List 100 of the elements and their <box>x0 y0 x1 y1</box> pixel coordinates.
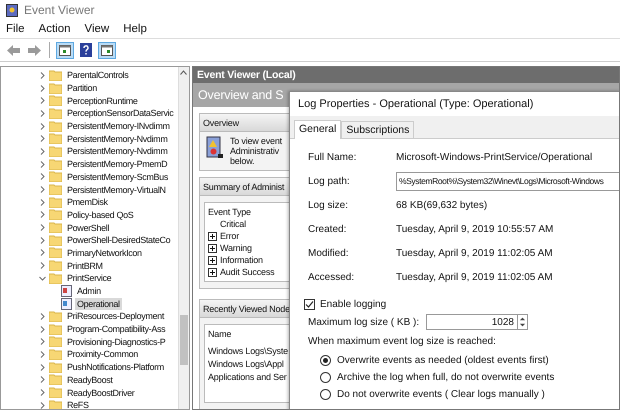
tree-item[interactable]: ReFS <box>65 399 91 409</box>
expand-chevron-icon[interactable] <box>39 122 46 130</box>
expand-chevron-icon[interactable] <box>39 312 46 320</box>
expand-chevron-icon[interactable] <box>39 198 46 206</box>
expand-icon[interactable] <box>208 232 217 240</box>
log-icon <box>61 285 72 298</box>
tree-item[interactable]: ReadyBoostDriver <box>65 386 136 399</box>
tree-item[interactable]: PersistentMemory-PmemD <box>65 158 170 170</box>
expand-icon[interactable] <box>208 268 217 276</box>
tree-item[interactable]: PmemDisk <box>65 196 110 208</box>
expand-chevron-icon[interactable] <box>39 376 46 384</box>
tree-item[interactable]: PowerShell <box>65 222 112 234</box>
tree-item[interactable]: PriResources-Deployment <box>65 310 166 322</box>
tree-item[interactable]: Policy-based QoS <box>65 208 136 221</box>
expand-chevron-icon[interactable] <box>39 402 46 409</box>
folder-icon <box>49 184 62 196</box>
folder-icon <box>49 196 62 208</box>
tree-item[interactable]: Operational <box>75 298 122 310</box>
tree-item[interactable]: ReadyBoost <box>65 374 115 386</box>
tree-item[interactable]: ParentalControls <box>65 69 130 82</box>
expand-chevron-icon[interactable] <box>39 326 46 333</box>
expand-icon[interactable] <box>208 256 217 264</box>
scrollbar[interactable] <box>178 67 189 409</box>
tree-item[interactable]: PersistentMemory-ScmBus <box>65 170 170 183</box>
tree-item[interactable]: PerceptionSensorDataServic <box>65 107 176 120</box>
expand-chevron-icon[interactable] <box>39 173 46 180</box>
expand-chevron-icon[interactable] <box>39 97 46 104</box>
tree-item[interactable]: Partition <box>65 82 99 94</box>
tree-item[interactable]: PersistentMemory-VirtualN <box>65 184 168 196</box>
tab[interactable]: General <box>294 120 342 139</box>
menu-item[interactable]: File <box>6 23 25 35</box>
radio-button[interactable] <box>320 355 331 366</box>
folder-icon <box>49 133 62 144</box>
expand-chevron-icon[interactable] <box>39 135 46 142</box>
tree-item[interactable]: Admin <box>75 285 103 298</box>
folder-icon <box>49 234 62 246</box>
expand-chevron-icon[interactable] <box>39 249 46 256</box>
expand-chevron-icon[interactable] <box>39 110 46 117</box>
expand-chevron-icon[interactable] <box>39 224 46 232</box>
folder-icon <box>49 260 62 272</box>
folder-icon <box>49 222 62 234</box>
folder-icon <box>49 348 62 360</box>
table-cell: Audit Success <box>220 267 274 277</box>
expand-chevron-icon[interactable] <box>39 389 46 396</box>
menu-item[interactable]: Help <box>123 23 147 35</box>
radio-button[interactable] <box>320 372 331 383</box>
field-label: Full Name: <box>308 152 358 162</box>
expand-chevron-icon[interactable] <box>39 364 46 371</box>
tree-item[interactable]: PushNotifications-Platform <box>65 361 166 374</box>
expand-chevron-icon[interactable] <box>39 160 46 168</box>
expand-chevron-icon[interactable] <box>39 350 46 358</box>
expand-chevron-icon[interactable] <box>39 338 46 346</box>
overview-text: To view event <box>230 136 282 146</box>
folder-icon <box>49 400 62 409</box>
number-field[interactable]: 1028 <box>426 314 518 330</box>
tree-item[interactable]: PersistentMemory-Nvdimm <box>65 145 170 158</box>
scrollbar-thumb[interactable] <box>180 315 188 365</box>
table-cell: Error <box>220 231 239 241</box>
overview-text: below. <box>230 156 256 166</box>
tree-item[interactable]: Proximity-Common <box>65 348 140 360</box>
menu-item[interactable]: View <box>84 23 110 35</box>
tree-item[interactable]: Provisioning-Diagnostics-P <box>65 336 168 348</box>
expand-chevron-icon[interactable] <box>39 148 46 155</box>
menu-item[interactable]: Action <box>38 23 70 35</box>
tree-item[interactable]: PersistentMemory-Nvdimm <box>65 132 170 145</box>
checkbox-label: Enable logging <box>320 299 386 310</box>
field-label: Accessed: <box>308 272 356 282</box>
tree-item[interactable]: Program-Compatibility-Ass <box>65 323 168 336</box>
expand-icon[interactable] <box>208 244 217 252</box>
expand-chevron-icon[interactable] <box>39 84 46 92</box>
tree-item[interactable]: PrimaryNetworkIcon <box>65 246 144 259</box>
toolbar-button[interactable] <box>98 42 116 58</box>
tree-item[interactable]: PrintService <box>65 272 114 284</box>
field-label: When maximum event log size is reached: <box>308 336 497 347</box>
folder-icon <box>49 82 62 94</box>
checkbox[interactable] <box>304 299 315 310</box>
expand-chevron-icon[interactable] <box>39 236 46 244</box>
folder-icon <box>49 209 62 220</box>
spinner-icon[interactable] <box>518 314 528 330</box>
toolbar-button[interactable] <box>56 42 74 58</box>
tab[interactable]: Subscriptions <box>341 121 414 138</box>
tree-item[interactable]: PerceptionRuntime <box>65 94 140 107</box>
tree-item[interactable]: PrintBRM <box>65 260 105 272</box>
field-label: Log size: <box>308 200 350 210</box>
expand-chevron-icon[interactable] <box>39 211 46 218</box>
tree-item[interactable]: PersistentMemory-INvdimm <box>65 120 172 132</box>
column-header: Event Type <box>208 207 251 217</box>
tree-item[interactable]: PowerShell-DesiredStateCo <box>65 234 172 246</box>
folder-icon <box>49 336 62 348</box>
expand-chevron-icon[interactable] <box>39 262 46 270</box>
back-icon <box>6 44 20 56</box>
input-field[interactable]: %SystemRoot%\System32\Winevt\Logs\Microsoft-Windows <box>396 172 619 190</box>
expand-chevron-icon[interactable] <box>39 186 46 194</box>
table-cell: Windows Logs\Syste <box>208 346 288 356</box>
collapse-chevron-icon[interactable] <box>39 274 46 282</box>
folder-icon <box>49 272 62 284</box>
radio-button[interactable] <box>320 389 331 400</box>
expand-chevron-icon[interactable] <box>39 72 46 79</box>
scroll-up-icon[interactable] <box>180 70 187 75</box>
toolbar-button[interactable] <box>77 42 95 58</box>
